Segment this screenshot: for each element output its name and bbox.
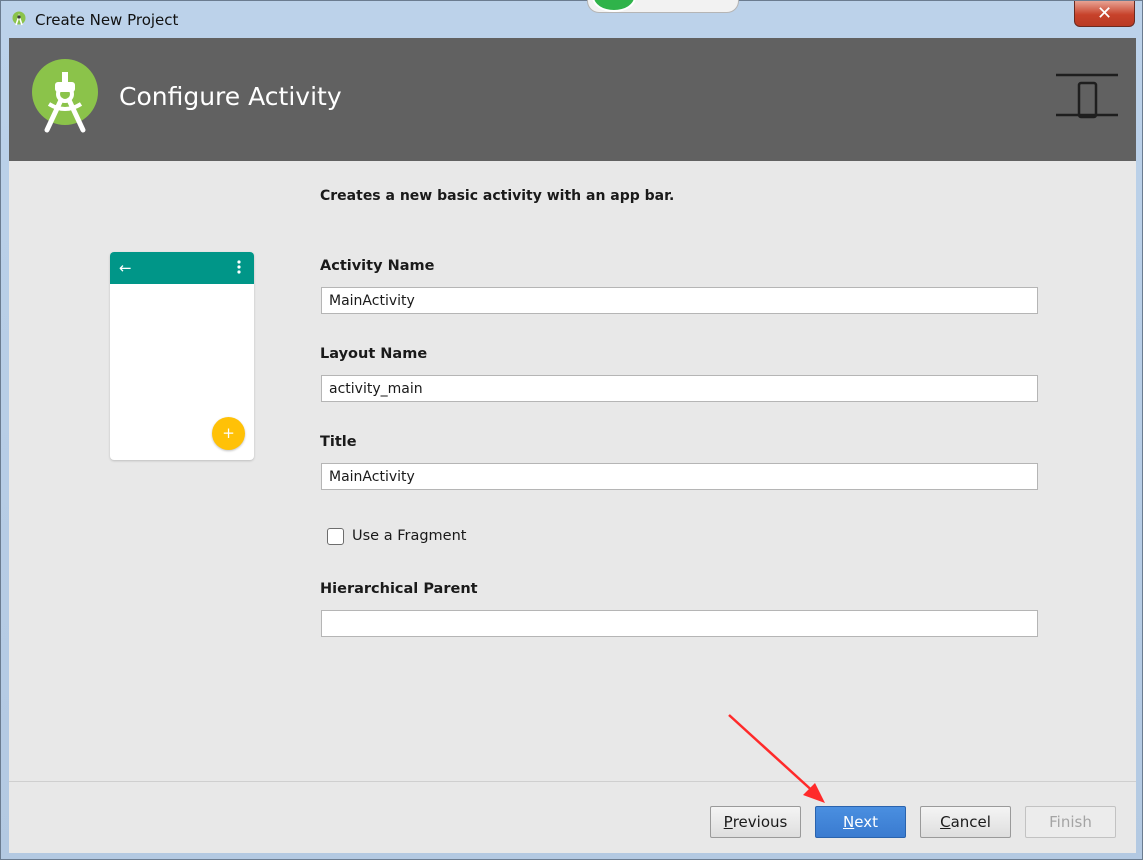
window-title: Create New Project: [35, 11, 179, 29]
footer-divider: [9, 781, 1136, 782]
activity-name-field[interactable]: [321, 287, 1038, 314]
title-bar[interactable]: Create New Project ✕: [1, 0, 1142, 38]
floating-widget: [587, 0, 739, 13]
next-button[interactable]: Next: [815, 806, 906, 838]
next-mnemonic: N: [843, 813, 855, 831]
title-field[interactable]: [321, 463, 1038, 490]
use-fragment-checkbox[interactable]: [327, 527, 344, 545]
activity-preview: ← +: [110, 252, 254, 460]
annotation-arrow-icon: [728, 714, 825, 803]
title-label: Title: [320, 434, 357, 450]
previous-button[interactable]: Previous: [710, 806, 801, 838]
previous-label: revious: [732, 813, 788, 831]
next-label: ext: [854, 813, 878, 831]
hierarchical-parent-label: Hierarchical Parent: [320, 581, 478, 597]
android-studio-small-icon: [12, 11, 26, 26]
cancel-label: ancel: [950, 813, 991, 831]
phone-device-icon: [1056, 73, 1118, 119]
floating-widget-indicator: [592, 0, 636, 12]
page-title: Configure Activity: [119, 82, 342, 111]
template-description: Creates a new basic activity with an app…: [320, 188, 675, 204]
hierarchical-parent-field[interactable]: [321, 610, 1038, 637]
activity-name-label: Activity Name: [320, 258, 435, 274]
back-arrow-icon: ←: [119, 259, 132, 277]
layout-name-label: Layout Name: [320, 346, 428, 362]
overflow-menu-icon: [237, 260, 241, 274]
window-close-button[interactable]: ✕: [1074, 1, 1135, 27]
android-studio-logo-icon: [32, 59, 98, 133]
preview-app-bar: ←: [110, 252, 254, 284]
close-icon: ✕: [1096, 3, 1113, 24]
cancel-mnemonic: C: [940, 813, 951, 831]
finish-button[interactable]: Finish: [1025, 806, 1116, 838]
cancel-button[interactable]: Cancel: [920, 806, 1011, 838]
use-fragment-option[interactable]: Use a Fragment: [327, 526, 466, 546]
fab-plus-icon: +: [212, 417, 245, 450]
dialog-content: Configure Activity Creates a new basic a…: [9, 38, 1136, 853]
use-fragment-label: Use a Fragment: [352, 528, 467, 544]
layout-name-field[interactable]: [321, 375, 1038, 402]
create-project-window: Create New Project ✕ Configure Activity: [0, 0, 1143, 860]
previous-mnemonic: P: [723, 813, 733, 831]
dialog-header: Configure Activity: [9, 38, 1136, 161]
